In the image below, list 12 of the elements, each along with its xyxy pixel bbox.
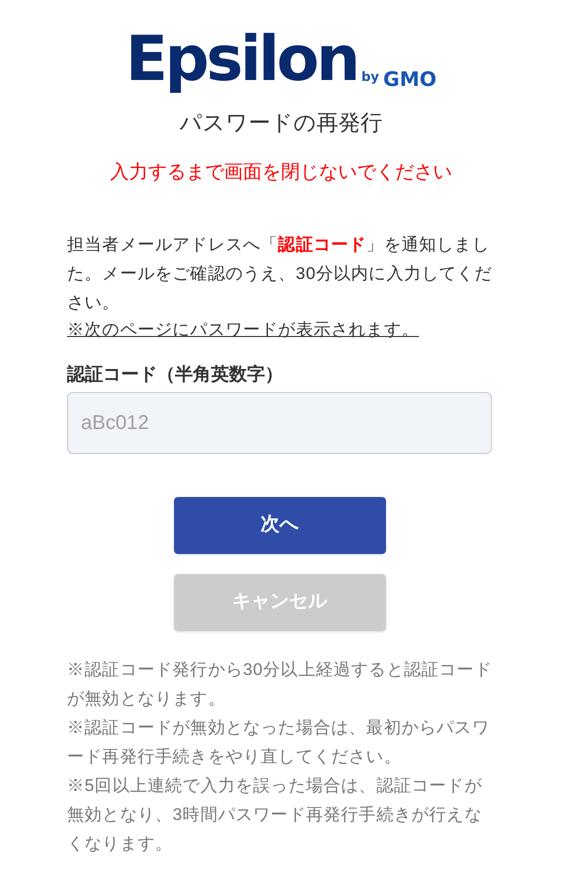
message-text: 担当者メールアドレスへ「認証コード」を通知しました。メールをご確認のうえ、30分以内に入力してください。 <box>67 234 492 314</box>
note-text: ※認証コードが無効となった場合は、最初からパスワード再発行手続きをやり直してください。 <box>67 717 490 768</box>
code-input-field[interactable]: aBc012 <box>67 392 492 454</box>
warning-text: 入力するまで画面を閉じないでください <box>110 161 452 185</box>
note-text: ※5回以上連続で入力を誤った場合は、認証コードが無効となり、3時間パスワード再発行手続きが行えなくなります。 <box>67 775 483 855</box>
next-button[interactable]: 次へ <box>174 497 386 554</box>
logo-brand: GMO <box>383 68 436 90</box>
field-label: 認証コード（半角英数字） <box>67 363 284 386</box>
logo-byline: by <box>361 69 380 87</box>
notice-text: ※次のページにパスワードが表示されます。 <box>67 319 419 341</box>
note-text: ※認証コード発行から30分以上経過すると認証コードが無効となります。 <box>67 659 492 710</box>
page-title: パスワードの再発行 <box>180 109 382 137</box>
